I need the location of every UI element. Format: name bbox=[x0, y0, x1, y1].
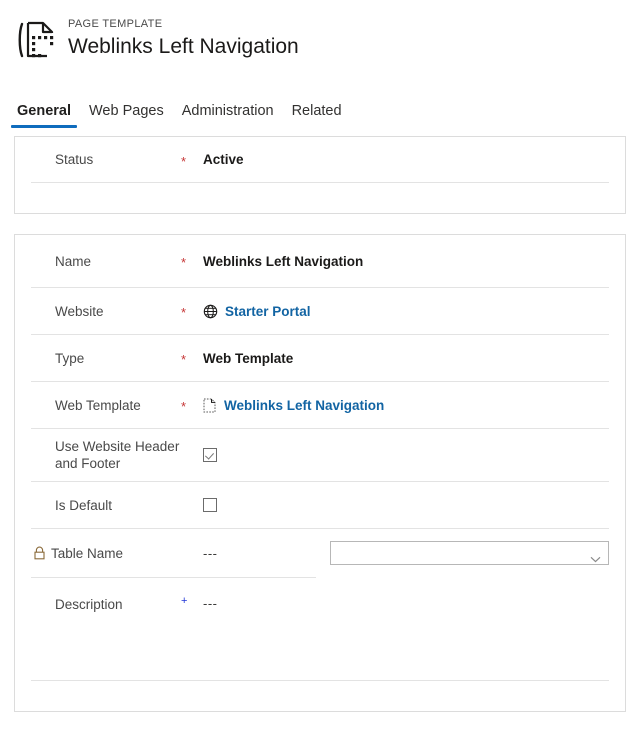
type-label-text: Type bbox=[55, 350, 85, 366]
field-row-is-default: Is Default bbox=[15, 482, 625, 528]
lock-icon bbox=[33, 546, 46, 560]
table-name-select-box[interactable] bbox=[330, 541, 609, 565]
use-website-header-and-footer-required-marker bbox=[181, 453, 203, 457]
status-value[interactable]: Active bbox=[203, 152, 609, 167]
website-label: Website bbox=[29, 303, 181, 320]
type-value[interactable]: Web Template bbox=[203, 351, 609, 366]
entity-type-label: PAGE TEMPLATE bbox=[68, 18, 163, 30]
table-name-label: Table Name bbox=[29, 545, 181, 562]
tab-administration[interactable]: Administration bbox=[173, 102, 283, 128]
field-row-type: Type * Web Template bbox=[15, 335, 625, 381]
website-label-text: Website bbox=[55, 303, 104, 319]
is-default-label: Is Default bbox=[29, 497, 181, 514]
is-default-value bbox=[203, 498, 609, 512]
field-row-use-website-header-and-footer: Use Website Header and Footer bbox=[15, 429, 625, 481]
status-section-card: Status * Active bbox=[14, 136, 626, 214]
table-name-required-marker bbox=[181, 551, 203, 555]
type-required-marker: * bbox=[181, 352, 187, 367]
type-label: Type bbox=[29, 350, 181, 367]
is-default-label-text: Is Default bbox=[55, 497, 113, 513]
tab-web-pages[interactable]: Web Pages bbox=[80, 102, 173, 128]
general-section-card: Name * Weblinks Left Navigation Website … bbox=[14, 234, 626, 712]
name-required-marker: * bbox=[181, 255, 187, 270]
field-row-table-name: Table Name --- bbox=[15, 529, 625, 577]
field-row-name: Name * Weblinks Left Navigation bbox=[15, 235, 625, 287]
web-template-value: Weblinks Left Navigation bbox=[203, 398, 609, 413]
status-required-marker: * bbox=[181, 153, 187, 169]
is-default-checkbox[interactable] bbox=[203, 498, 217, 512]
website-required-marker: * bbox=[181, 305, 187, 320]
header-text-block: PAGE TEMPLATE Weblinks Left Navigation bbox=[68, 14, 299, 61]
document-dashed-icon bbox=[203, 398, 216, 413]
use-website-header-and-footer-value bbox=[203, 448, 609, 462]
use-website-header-and-footer-label-text: Use Website Header and Footer bbox=[55, 439, 180, 471]
name-value[interactable]: Weblinks Left Navigation bbox=[203, 254, 609, 269]
description-label-text: Description bbox=[55, 597, 123, 612]
table-name-label-text: Table Name bbox=[51, 545, 124, 561]
description-recommended-marker: + bbox=[181, 595, 188, 607]
page-header: PAGE TEMPLATE Weblinks Left Navigation bbox=[0, 0, 640, 62]
tab-related[interactable]: Related bbox=[283, 102, 351, 128]
field-row-web-template: Web Template * Weblinks Left Navigation bbox=[15, 382, 625, 428]
status-label: Status bbox=[29, 151, 181, 168]
status-row-divider bbox=[31, 182, 609, 183]
name-label: Name bbox=[29, 253, 181, 270]
use-website-header-and-footer-label: Use Website Header and Footer bbox=[29, 438, 181, 472]
is-default-required-marker bbox=[181, 503, 203, 507]
table-name-dropdown[interactable] bbox=[330, 541, 609, 565]
web-template-label: Web Template bbox=[29, 397, 181, 414]
field-row-status: Status * Active bbox=[15, 137, 625, 182]
name-label-text: Name bbox=[55, 253, 92, 269]
field-row-description: Description + --- bbox=[15, 578, 625, 634]
page-title: Weblinks Left Navigation bbox=[68, 35, 299, 58]
description-label: Description bbox=[29, 596, 181, 613]
globe-icon bbox=[203, 304, 218, 319]
web-template-link[interactable]: Weblinks Left Navigation bbox=[224, 398, 384, 413]
web-template-required-marker: * bbox=[181, 399, 187, 414]
use-website-header-and-footer-checkbox[interactable] bbox=[203, 448, 217, 462]
row-divider-description bbox=[31, 680, 609, 681]
website-link[interactable]: Starter Portal bbox=[225, 304, 311, 319]
website-value: Starter Portal bbox=[203, 304, 609, 319]
tab-general[interactable]: General bbox=[8, 102, 80, 128]
status-label-text: Status bbox=[55, 152, 94, 167]
web-template-label-text: Web Template bbox=[55, 397, 141, 413]
tab-bar: General Web Pages Administration Related bbox=[0, 92, 640, 128]
chevron-down-icon bbox=[590, 550, 601, 562]
field-row-website: Website * Starter Portal bbox=[15, 288, 625, 334]
description-value[interactable]: --- bbox=[203, 596, 609, 611]
page-template-icon bbox=[14, 16, 58, 64]
